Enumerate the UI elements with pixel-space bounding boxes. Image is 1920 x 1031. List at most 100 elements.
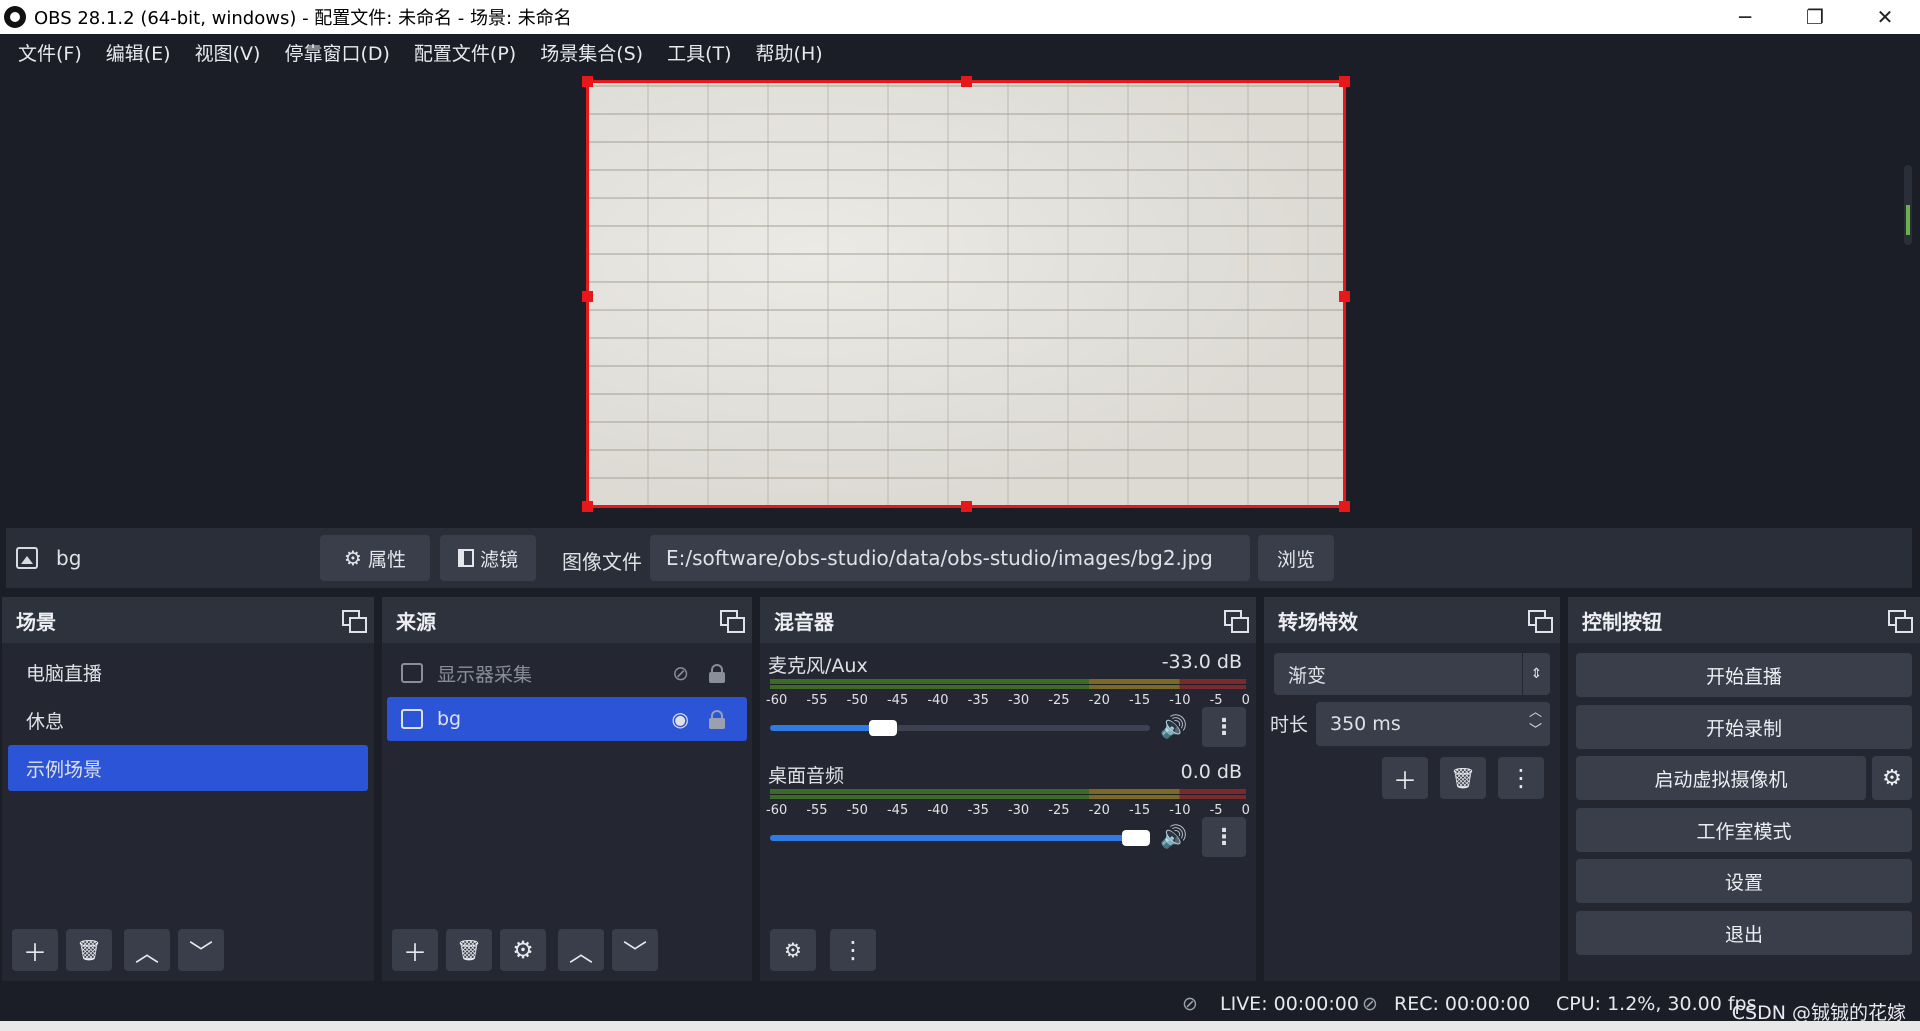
add-source-button[interactable]: ＋ — [392, 929, 438, 971]
move-source-up-button[interactable]: ︿ — [558, 929, 604, 971]
resize-handle-tl[interactable] — [582, 76, 593, 87]
chevron-up-icon: ︿ — [569, 938, 593, 967]
tick: -25 — [1048, 693, 1070, 708]
channel-menu-button[interactable]: ⋮ — [1202, 707, 1246, 747]
mixer-title: 混音器 — [774, 609, 834, 634]
studio-mode-button[interactable]: 工作室模式 — [1576, 808, 1912, 852]
undock-icon[interactable] — [1224, 610, 1249, 633]
channel-menu-button[interactable]: ⋮ — [1202, 817, 1246, 857]
kebab-icon: ⋮ — [841, 936, 865, 964]
resize-handle-mr[interactable] — [1339, 291, 1350, 302]
undock-icon[interactable] — [1528, 610, 1553, 633]
cpu-fps: CPU: 1.2%, 30.00 fps — [1556, 993, 1757, 1015]
minimize-button[interactable]: ─ — [1710, 0, 1780, 34]
undock-icon[interactable] — [342, 610, 367, 633]
start-streaming-button[interactable]: 开始直播 — [1576, 653, 1912, 697]
properties-button[interactable]: ⚙ 属性 — [320, 535, 430, 581]
menu-bar: 文件(F) 编辑(E) 视图(V) 停靠窗口(D) 配置文件(P) 场景集合(S… — [0, 34, 1920, 70]
menu-view[interactable]: 视图(V) — [183, 39, 273, 66]
source-item[interactable]: 显示器采集 ⊘ — [387, 651, 747, 695]
transition-select[interactable]: 渐变 ⇕ — [1274, 653, 1550, 695]
scene-item-active[interactable]: 示例场景 — [8, 745, 368, 791]
eye-icon[interactable]: ◉ — [672, 707, 689, 731]
source-item-active[interactable]: bg ◉ — [387, 697, 747, 741]
restore-button[interactable]: ❐ — [1780, 0, 1850, 34]
scene-item[interactable]: 电脑直播 — [8, 649, 368, 695]
remove-source-button[interactable]: 🗑 — [446, 929, 492, 971]
channel-name: 麦克风/Aux — [768, 655, 868, 677]
undock-icon[interactable] — [1888, 610, 1913, 633]
volume-slider[interactable] — [770, 720, 1150, 736]
exit-button[interactable]: 退出 — [1576, 911, 1912, 955]
filter-icon — [457, 549, 474, 567]
browse-button[interactable]: 浏览 — [1258, 535, 1334, 581]
close-button[interactable]: ✕ — [1850, 0, 1920, 34]
lock-icon[interactable] — [709, 664, 725, 683]
volume-meter — [770, 789, 1246, 799]
tick: -40 — [927, 693, 949, 708]
preview-area[interactable] — [6, 70, 1912, 520]
menu-scene-collection[interactable]: 场景集合(S) — [528, 39, 655, 66]
eye-hidden-icon[interactable]: ⊘ — [672, 661, 689, 685]
speaker-icon[interactable]: 🔊 — [1160, 715, 1187, 740]
tick: -25 — [1048, 803, 1070, 818]
virtual-camera-settings-button[interactable]: ⚙ — [1872, 756, 1912, 800]
settings-button[interactable]: 设置 — [1576, 859, 1912, 903]
volume-slider[interactable] — [770, 830, 1150, 846]
speaker-icon[interactable]: 🔊 — [1160, 825, 1187, 850]
start-recording-button[interactable]: 开始录制 — [1576, 705, 1912, 749]
tick: -45 — [886, 693, 909, 708]
lock-icon[interactable] — [709, 710, 725, 729]
menu-help[interactable]: 帮助(H) — [744, 39, 835, 66]
move-scene-up-button[interactable]: ︿ — [124, 929, 170, 971]
remove-transition-button[interactable]: 🗑 — [1440, 757, 1486, 799]
duration-spinbox[interactable]: 350 ms ︿ ﹀ — [1316, 702, 1550, 746]
resize-handle-bl[interactable] — [582, 501, 593, 512]
volume-knob[interactable] — [1122, 830, 1150, 846]
scene-item[interactable]: 休息 — [8, 697, 368, 743]
resize-handle-br[interactable] — [1339, 501, 1350, 512]
scrollbar[interactable] — [1904, 165, 1912, 245]
transition-menu-button[interactable]: ⋮ — [1498, 757, 1544, 799]
tick: -60 — [766, 803, 788, 818]
preview-canvas-bg-image[interactable] — [582, 76, 1350, 512]
resize-handle-ml[interactable] — [582, 291, 593, 302]
image-path-field[interactable]: E:/software/obs-studio/data/obs-studio/i… — [650, 535, 1250, 581]
resize-handle-tc[interactable] — [961, 76, 972, 87]
menu-profile[interactable]: 配置文件(P) — [402, 39, 528, 66]
chevron-down-icon: ﹀ — [623, 938, 647, 967]
add-scene-button[interactable]: ＋ — [12, 929, 58, 971]
tick: -50 — [846, 803, 868, 818]
trash-icon: 🗑 — [1450, 766, 1476, 790]
audio-settings-button[interactable]: ⚙ — [770, 929, 816, 971]
transitions-dock: 转场特效 渐变 ⇕ 时长 350 ms ︿ ﹀ ＋ 🗑 ⋮ — [1264, 597, 1560, 981]
mixer-menu-button[interactable]: ⋮ — [830, 929, 876, 971]
volume-knob[interactable] — [869, 720, 897, 736]
menu-docks[interactable]: 停靠窗口(D) — [272, 39, 401, 66]
channel-db: -33.0 dB — [1161, 651, 1242, 673]
sources-dock: 来源 显示器采集 ⊘ bg ◉ ＋ 🗑 ⚙ ︿ ﹀ — [382, 597, 752, 981]
resize-handle-tr[interactable] — [1339, 76, 1350, 87]
chevron-down-icon: ﹀ — [189, 938, 213, 967]
taskbar-strip — [0, 1021, 1920, 1031]
menu-file[interactable]: 文件(F) — [6, 39, 94, 66]
transitions-title: 转场特效 — [1278, 609, 1358, 634]
meter-ticks: -60 -55 -50 -45 -40 -35 -30 -25 -20 -15 -10 -5 0 — [766, 693, 1250, 711]
undock-icon[interactable] — [720, 610, 745, 633]
source-toolbar: bg ⚙ 属性 滤镜 图像文件 E:/software/obs-studio/d… — [6, 528, 1912, 588]
source-properties-button[interactable]: ⚙ — [500, 929, 546, 971]
add-transition-button[interactable]: ＋ — [1382, 757, 1428, 799]
menu-edit[interactable]: 编辑(E) — [94, 39, 183, 66]
plus-icon: ＋ — [23, 938, 47, 967]
gear-icon: ⚙ — [1882, 765, 1902, 791]
resize-handle-bc[interactable] — [961, 501, 972, 512]
move-source-down-button[interactable]: ﹀ — [612, 929, 658, 971]
spin-arrows-icon[interactable]: ︿ ﹀ — [1529, 704, 1542, 740]
filters-button[interactable]: 滤镜 — [440, 535, 536, 581]
transitions-dock-header: 转场特效 — [1264, 597, 1560, 643]
gear-icon: ⚙ — [512, 936, 534, 964]
menu-tools[interactable]: 工具(T) — [655, 39, 743, 66]
remove-scene-button[interactable]: 🗑 — [66, 929, 112, 971]
move-scene-down-button[interactable]: ﹀ — [178, 929, 224, 971]
start-virtual-camera-button[interactable]: 启动虚拟摄像机 — [1576, 756, 1866, 800]
